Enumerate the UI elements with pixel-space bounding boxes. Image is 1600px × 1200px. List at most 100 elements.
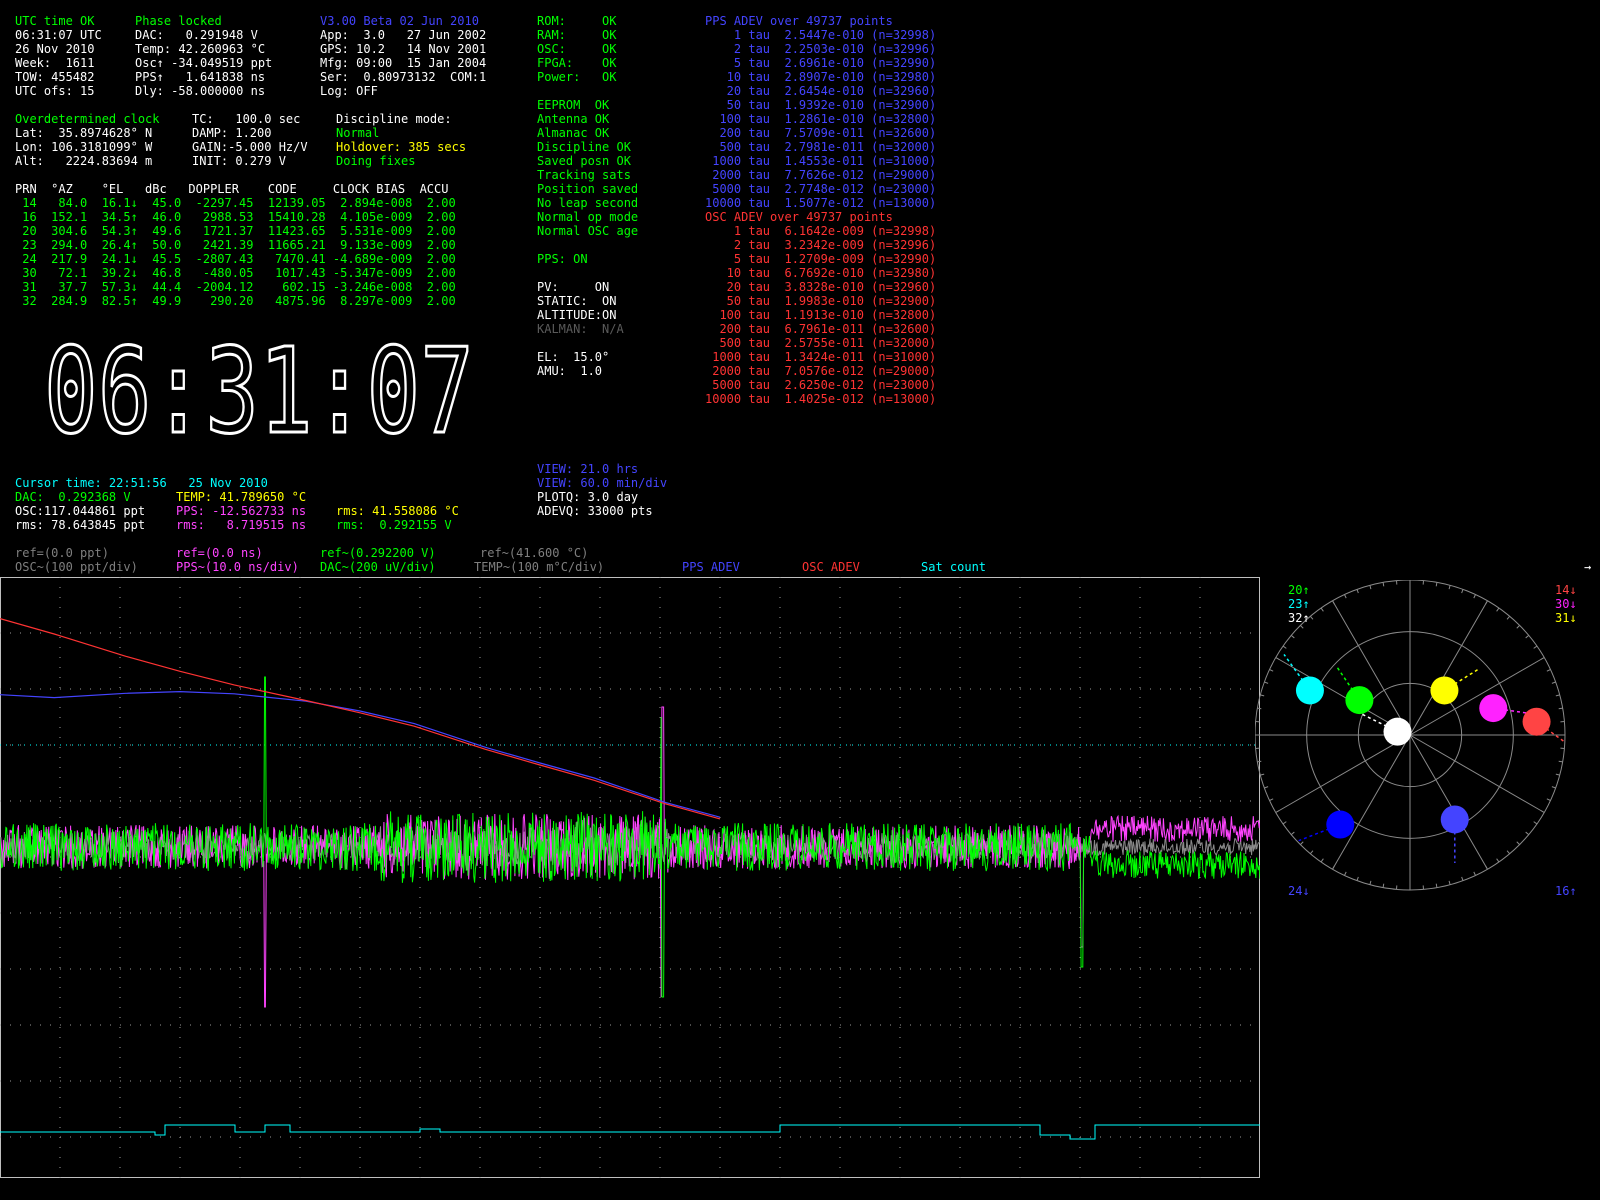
table-row: 23 294.0 26.4↑ 50.0 2421.39 11665.21 9.1… xyxy=(15,238,456,252)
sky-spoke xyxy=(1409,734,1545,813)
utc-date: 26 Nov 2010 xyxy=(15,42,95,56)
table-row: 100 tau 1.1913e-010 (n=32800) xyxy=(705,308,937,322)
sat-count-legend: Sat count xyxy=(921,560,987,574)
sky-tick xyxy=(1506,615,1511,620)
latitude: Lat: 35.8974628° N xyxy=(15,126,153,140)
log-status: Log: OFF xyxy=(320,84,378,98)
sky-tick xyxy=(1382,582,1385,587)
table-row: 50 tau 1.9983e-010 (n=32900) xyxy=(705,294,937,308)
sky-tick xyxy=(1533,821,1538,825)
sky-tick xyxy=(1555,694,1560,697)
discipline-mode-title: Discipline mode: xyxy=(336,112,452,126)
sky-label-left-0: 20↑ xyxy=(1288,583,1310,597)
satellite-marker xyxy=(1522,707,1551,736)
satellite-marker xyxy=(1383,717,1412,746)
sky-tick xyxy=(1332,600,1335,605)
damping: DAMP: 1.200 xyxy=(192,126,272,140)
table-row: 5 tau 1.2709e-009 (n=32990) xyxy=(705,252,937,266)
sky-tick xyxy=(1369,880,1372,885)
sky-tick xyxy=(1516,625,1520,629)
sky-tick xyxy=(1551,786,1556,789)
table-row: 1000 tau 1.3424e-011 (n=31000) xyxy=(705,350,937,364)
osc-value: Osc↑ -34.049519 ppt xyxy=(135,56,273,70)
sky-tick xyxy=(1485,865,1488,870)
sky-tick xyxy=(1300,841,1304,845)
sky-tick xyxy=(1525,634,1530,639)
table-row: 1 tau 6.1642e-009 (n=32998) xyxy=(705,224,937,238)
table-row: 10 tau 2.8907e-010 (n=32980) xyxy=(705,70,937,84)
cursor-rms-osc: rms: 78.643845 ppt xyxy=(15,518,146,532)
gps-week: Week: 1611 xyxy=(15,56,95,70)
sky-tick xyxy=(1461,589,1464,594)
plot-traces xyxy=(0,618,1260,1140)
sky-spoke xyxy=(1275,734,1411,813)
sky-spoke xyxy=(1332,734,1411,870)
table-row: 14 84.0 16.1↓ 45.0 -2297.45 12139.05 2.8… xyxy=(15,196,456,210)
table-row: 10000 tau 1.5077e-012 (n=13000) xyxy=(705,196,937,210)
table-row: 30 72.1 39.2↓ 46.8 -480.05 1017.43 -5.34… xyxy=(15,266,456,280)
sky-tick xyxy=(1448,880,1451,885)
satellite-marker xyxy=(1326,810,1355,839)
sky-tick xyxy=(1473,594,1476,599)
satellite-marker xyxy=(1345,686,1374,715)
satellite-marker xyxy=(1295,676,1324,705)
discipline-mode-value: Normal xyxy=(336,126,380,140)
view-div: VIEW: 60.0 min/div xyxy=(537,476,668,490)
temp-scale: TEMP~(100 m°C/div) xyxy=(474,560,605,574)
sky-tick xyxy=(1282,645,1287,649)
sky-label-left-1: 23↑ xyxy=(1288,597,1310,611)
sky-tick xyxy=(1382,883,1385,888)
sky-tick xyxy=(1290,831,1295,836)
table-row: 10000 tau 1.4025e-012 (n=13000) xyxy=(705,392,937,406)
pps-state: PPS: ON xyxy=(537,252,588,266)
clock-mode: Overdetermined clock xyxy=(15,112,160,126)
osc-scale: OSC~(100 ppt/div) xyxy=(15,560,138,574)
table-row: 200 tau 7.5709e-011 (n=32600) xyxy=(705,126,937,140)
leap-second-status: No leap second xyxy=(537,196,639,210)
sky-tick xyxy=(1264,786,1269,789)
gps-version: GPS: 10.2 14 Nov 2001 xyxy=(320,42,487,56)
table-row: 16 152.1 34.5↑ 46.0 2988.53 15410.28 4.1… xyxy=(15,210,456,224)
sky-spoke xyxy=(1409,734,1488,870)
version-line: V3.00 Beta 02 Jun 2010 xyxy=(320,14,479,28)
adev-queue: ADEVQ: 33000 pts xyxy=(537,504,653,518)
sky-tick xyxy=(1525,831,1530,836)
sky-tick xyxy=(1496,858,1500,863)
osc-adev-curve xyxy=(0,618,721,820)
altitude-filter: ALTITUDE:ON xyxy=(537,308,617,322)
osc-ref: ref=(0.0 ppt) xyxy=(15,546,109,560)
cursor-pps: PPS: -12.562733 ns xyxy=(176,504,307,518)
sky-label-right-2: 31↓ xyxy=(1555,611,1577,625)
temp-ref: ref~(41.600 °C) xyxy=(480,546,589,560)
sky-tick xyxy=(1260,773,1265,776)
scroll-right-arrow[interactable]: → xyxy=(1584,560,1591,574)
osc-adev-legend: OSC ADEV xyxy=(802,560,860,574)
sky-tick xyxy=(1264,681,1269,684)
time-constant: TC: 100.0 sec xyxy=(192,112,301,126)
table-row: 20 304.6 54.3↑ 49.6 1721.37 11423.65 5.5… xyxy=(15,224,456,238)
pps-adev-legend: PPS ADEV xyxy=(682,560,740,574)
sky-tick xyxy=(1257,707,1262,710)
doing-fixes: Doing fixes xyxy=(336,154,416,168)
sky-tick xyxy=(1309,615,1314,620)
pps-value: PPS↑ 1.641838 ns xyxy=(135,70,266,84)
table-row: 2 tau 2.2503e-010 (n=32996) xyxy=(705,42,937,56)
table-row: 500 tau 2.5755e-011 (n=32000) xyxy=(705,336,937,350)
main-plot[interactable] xyxy=(0,577,1260,1178)
dac-ref: ref~(0.292200 V) xyxy=(320,546,436,560)
altitude: Alt: 2224.83694 m xyxy=(15,154,153,168)
sky-plot: 20↑ 23↑ 32↑ 14↓ 30↓ 31↓ 24↓ 16↑ xyxy=(1255,580,1577,898)
utc-offset: UTC ofs: 15 xyxy=(15,84,95,98)
sky-tick xyxy=(1320,858,1324,863)
sky-tick xyxy=(1344,594,1347,599)
sky-tick xyxy=(1546,669,1551,672)
longitude: Lon: 106.3181099° W xyxy=(15,140,153,154)
sky-tick xyxy=(1290,634,1295,639)
sky-tick xyxy=(1369,585,1372,590)
sky-tick xyxy=(1558,707,1563,710)
sky-tick xyxy=(1356,589,1359,594)
cursor-temp: TEMP: 41.789650 °C xyxy=(176,490,307,504)
sky-tick xyxy=(1356,876,1359,881)
plot-border xyxy=(0,577,1260,1178)
temp-value: Temp: 42.260963 °C xyxy=(135,42,266,56)
